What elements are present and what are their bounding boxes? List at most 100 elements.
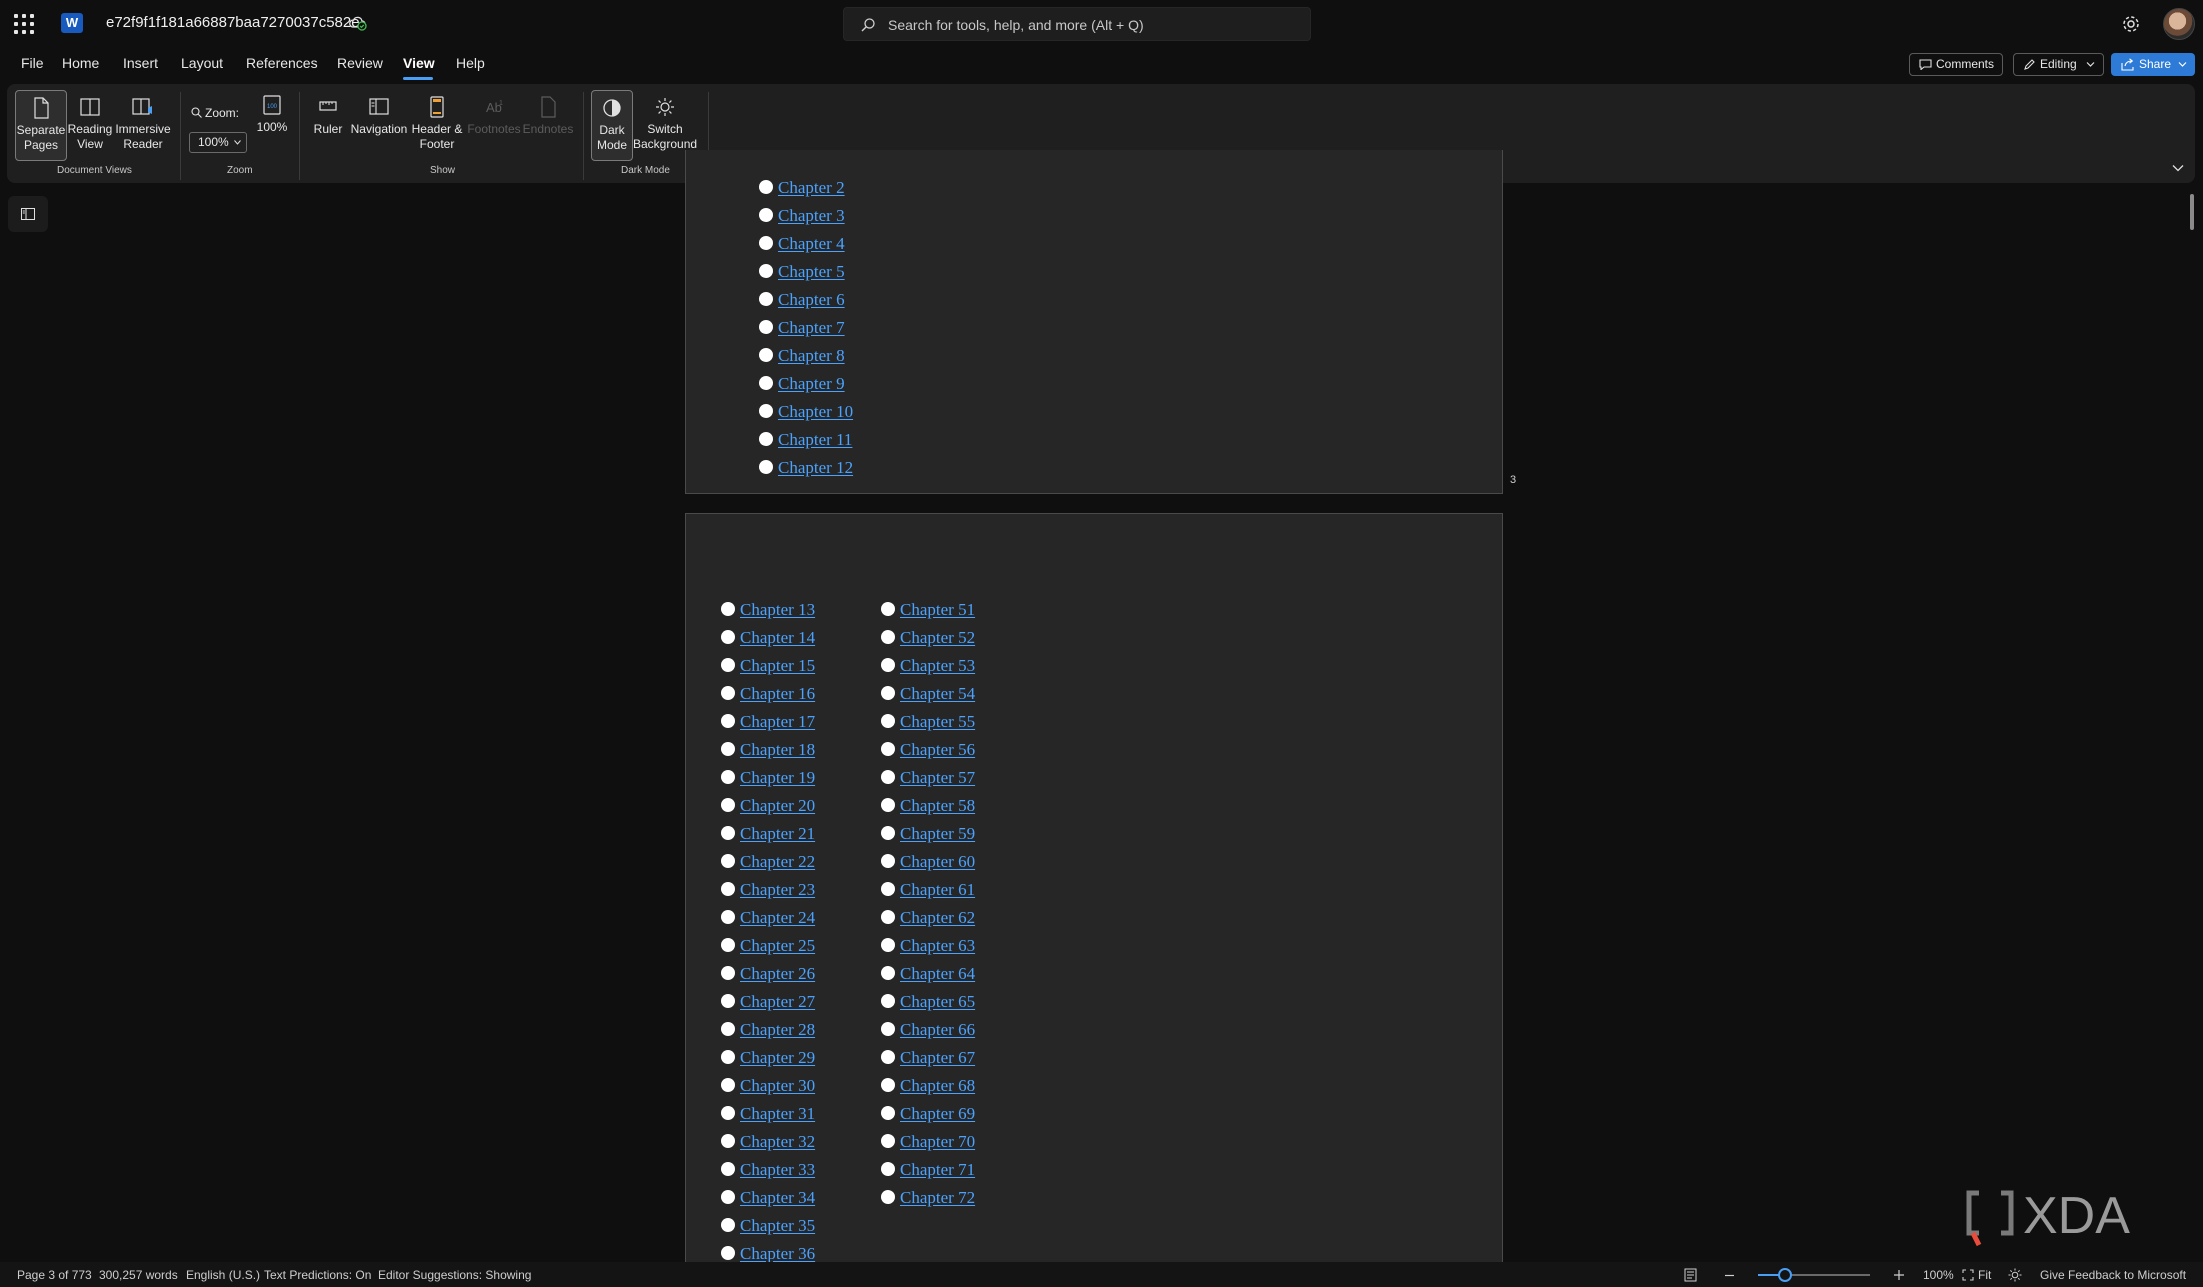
- chapter-link[interactable]: Chapter 35: [740, 1216, 815, 1235]
- word-logo-icon[interactable]: W: [61, 13, 87, 33]
- menu-view[interactable]: View: [403, 55, 435, 71]
- chapter-link[interactable]: Chapter 5: [778, 262, 845, 281]
- chapter-link[interactable]: Chapter 18: [740, 740, 815, 759]
- comments-button[interactable]: Comments: [1909, 53, 2003, 76]
- focus-mode-icon[interactable]: [1684, 1268, 1697, 1282]
- menu-references[interactable]: References: [246, 55, 318, 71]
- page-count[interactable]: Page 3 of 773: [17, 1268, 92, 1282]
- side-panel-button[interactable]: [8, 196, 48, 232]
- cloud-saved-icon[interactable]: [349, 15, 367, 31]
- chapter-link[interactable]: Chapter 69: [900, 1104, 975, 1123]
- menu-layout[interactable]: Layout: [181, 55, 223, 71]
- chapter-link[interactable]: Chapter 16: [740, 684, 815, 703]
- chapter-link[interactable]: Chapter 17: [740, 712, 815, 731]
- chapter-link[interactable]: Chapter 4: [778, 234, 845, 253]
- chapter-link[interactable]: Chapter 12: [778, 458, 853, 477]
- give-feedback-link[interactable]: Give Feedback to Microsoft: [2040, 1268, 2186, 1282]
- chapter-link[interactable]: Chapter 34: [740, 1188, 815, 1207]
- fit-button[interactable]: Fit: [1978, 1268, 1991, 1282]
- chapter-link[interactable]: Chapter 19: [740, 768, 815, 787]
- chapter-link[interactable]: Chapter 30: [740, 1076, 815, 1095]
- chapter-link[interactable]: Chapter 28: [740, 1020, 815, 1039]
- zoom-slider-thumb[interactable]: [1778, 1268, 1792, 1282]
- menu-review[interactable]: Review: [337, 55, 383, 71]
- editing-mode-button[interactable]: Editing: [2013, 53, 2104, 76]
- chapter-link[interactable]: Chapter 51: [900, 600, 975, 619]
- chapter-link[interactable]: Chapter 15: [740, 656, 815, 675]
- chapter-link[interactable]: Chapter 71: [900, 1160, 975, 1179]
- text-predictions[interactable]: Text Predictions: On: [264, 1268, 371, 1282]
- chapter-link[interactable]: Chapter 10: [778, 402, 853, 421]
- chapter-link[interactable]: Chapter 24: [740, 908, 815, 927]
- zoom-select[interactable]: 100%: [189, 132, 247, 153]
- endnotes-toggle[interactable]: Endnotes: [521, 96, 575, 162]
- chapter-link[interactable]: Chapter 21: [740, 824, 815, 843]
- zoom-in-icon[interactable]: [1893, 1269, 1905, 1281]
- chapter-link[interactable]: Chapter 72: [900, 1188, 975, 1207]
- share-button[interactable]: Share: [2111, 53, 2195, 76]
- zoom-100-button[interactable]: 100 100%: [252, 94, 292, 144]
- chapter-link[interactable]: Chapter 58: [900, 796, 975, 815]
- chapter-link[interactable]: Chapter 56: [900, 740, 975, 759]
- chapter-link[interactable]: Chapter 36: [740, 1244, 815, 1263]
- chapter-link[interactable]: Chapter 57: [900, 768, 975, 787]
- editor-suggestions[interactable]: Editor Suggestions: Showing: [378, 1268, 531, 1282]
- brightness-icon[interactable]: [2008, 1268, 2022, 1282]
- chevron-down-icon[interactable]: [2172, 164, 2184, 172]
- search-input[interactable]: Search for tools, help, and more (Alt + …: [843, 7, 1311, 41]
- chapter-link[interactable]: Chapter 33: [740, 1160, 815, 1179]
- language[interactable]: English (U.S.): [186, 1268, 260, 1282]
- chapter-link[interactable]: Chapter 59: [900, 824, 975, 843]
- menu-file[interactable]: File: [21, 55, 44, 71]
- gear-icon[interactable]: [2120, 13, 2142, 35]
- chapter-link[interactable]: Chapter 63: [900, 936, 975, 955]
- immersive-reader-button[interactable]: Immersive Reader: [113, 90, 173, 161]
- avatar[interactable]: [2163, 8, 2195, 40]
- menu-help[interactable]: Help: [456, 55, 485, 71]
- chapter-link[interactable]: Chapter 27: [740, 992, 815, 1011]
- chapter-link[interactable]: Chapter 13: [740, 600, 815, 619]
- chapter-link[interactable]: Chapter 66: [900, 1020, 975, 1039]
- chapter-link[interactable]: Chapter 60: [900, 852, 975, 871]
- chapter-link[interactable]: Chapter 6: [778, 290, 845, 309]
- footnotes-toggle[interactable]: Ab 1 Footnotes: [466, 96, 522, 162]
- chapter-link[interactable]: Chapter 8: [778, 346, 845, 365]
- menu-insert[interactable]: Insert: [123, 55, 158, 71]
- word-count[interactable]: 300,257 words: [99, 1268, 178, 1282]
- chapter-link[interactable]: Chapter 61: [900, 880, 975, 899]
- chapter-link[interactable]: Chapter 14: [740, 628, 815, 647]
- chapter-link[interactable]: Chapter 22: [740, 852, 815, 871]
- app-launcher-icon[interactable]: [14, 14, 34, 34]
- ruler-toggle[interactable]: Ruler: [308, 96, 348, 162]
- chapter-link[interactable]: Chapter 65: [900, 992, 975, 1011]
- navigation-toggle[interactable]: Navigation: [347, 96, 411, 162]
- chapter-link[interactable]: Chapter 26: [740, 964, 815, 983]
- chapter-link[interactable]: Chapter 62: [900, 908, 975, 927]
- chapter-link[interactable]: Chapter 23: [740, 880, 815, 899]
- chapter-link[interactable]: Chapter 25: [740, 936, 815, 955]
- vertical-scrollbar[interactable]: [2190, 194, 2194, 230]
- chapter-link[interactable]: Chapter 54: [900, 684, 975, 703]
- separate-pages-button[interactable]: Separate Pages: [15, 90, 67, 161]
- chapter-link[interactable]: Chapter 20: [740, 796, 815, 815]
- chapter-link[interactable]: Chapter 9: [778, 374, 845, 393]
- chapter-link[interactable]: Chapter 7: [778, 318, 845, 337]
- chapter-link[interactable]: Chapter 52: [900, 628, 975, 647]
- chapter-link[interactable]: Chapter 53: [900, 656, 975, 675]
- chapter-link[interactable]: Chapter 70: [900, 1132, 975, 1151]
- dark-mode-toggle[interactable]: Dark Mode: [591, 90, 633, 161]
- menu-home[interactable]: Home: [62, 55, 99, 71]
- zoom-out-icon[interactable]: [1724, 1270, 1735, 1281]
- chapter-link[interactable]: Chapter 29: [740, 1048, 815, 1067]
- chapter-link[interactable]: Chapter 31: [740, 1104, 815, 1123]
- chapter-link[interactable]: Chapter 32: [740, 1132, 815, 1151]
- document-title[interactable]: e72f9f1f181a66887baa7270037c582e: [106, 14, 360, 31]
- header-footer-toggle[interactable]: Header & Footer: [408, 96, 466, 162]
- chapter-link[interactable]: Chapter 64: [900, 964, 975, 983]
- chapter-link[interactable]: Chapter 67: [900, 1048, 975, 1067]
- reading-view-button[interactable]: Reading View: [65, 90, 115, 161]
- chapter-link[interactable]: Chapter 2: [778, 178, 845, 197]
- zoom-percentage[interactable]: 100%: [1923, 1268, 1954, 1282]
- chapter-link[interactable]: Chapter 55: [900, 712, 975, 731]
- chapter-link[interactable]: Chapter 68: [900, 1076, 975, 1095]
